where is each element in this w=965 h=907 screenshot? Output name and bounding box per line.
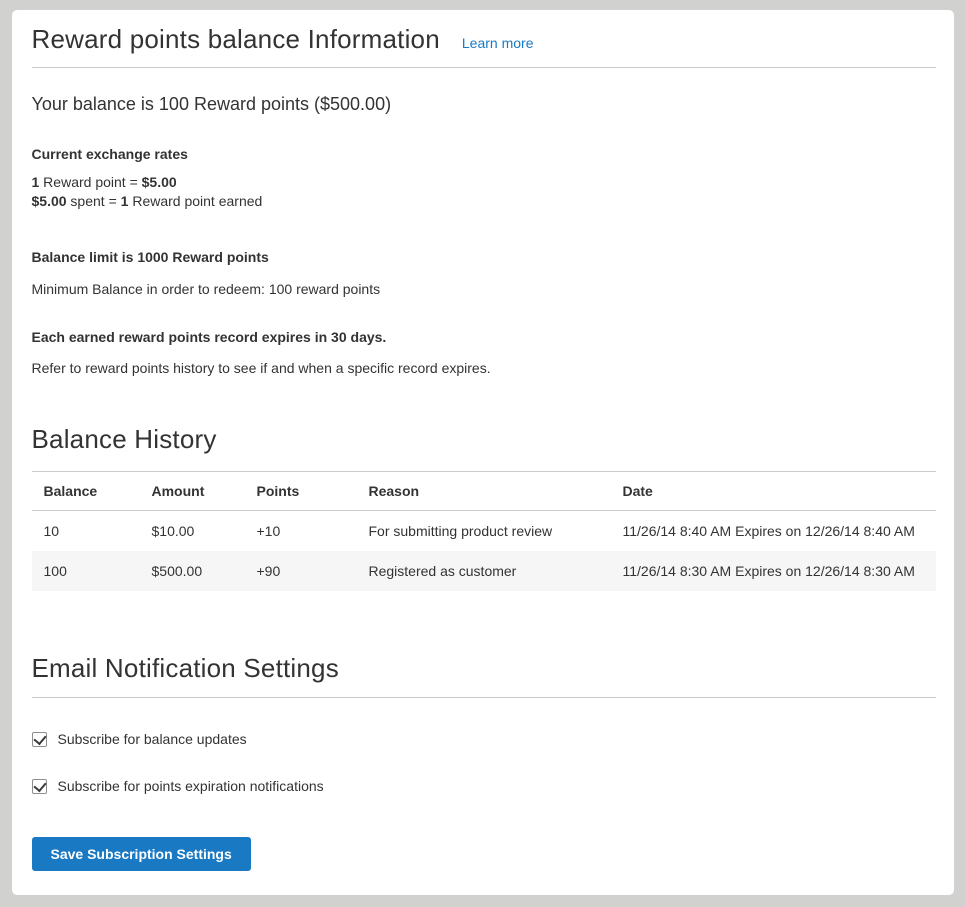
column-header-reason: Reason [357, 472, 611, 511]
cell-points: +10 [245, 511, 357, 552]
table-row: 100 $500.00 +90 Registered as customer 1… [32, 551, 936, 591]
subscribe-balance-updates-option: Subscribe for balance updates [32, 731, 936, 747]
expiration-notifications-label[interactable]: Subscribe for points expiration notifica… [58, 778, 324, 794]
exchange-rates: 1 Reward point = $5.00 $5.00 spent = 1 R… [32, 173, 936, 211]
cell-balance: 100 [32, 551, 140, 591]
cell-amount: $10.00 [140, 511, 245, 552]
email-settings-heading-row: Email Notification Settings [32, 653, 936, 698]
expiration-notifications-checkbox[interactable] [32, 779, 47, 794]
column-header-amount: Amount [140, 472, 245, 511]
cell-reason: For submitting product review [357, 511, 611, 552]
minimum-balance-note: Minimum Balance in order to redeem: 100 … [32, 281, 936, 297]
cell-reason: Registered as customer [357, 551, 611, 591]
expiration-rule: Each earned reward points record expires… [32, 329, 936, 345]
email-settings-heading: Email Notification Settings [32, 653, 936, 684]
save-subscription-settings-button[interactable]: Save Subscription Settings [32, 837, 251, 871]
page-title: Reward points balance Information [32, 24, 440, 55]
exchange-rates-heading: Current exchange rates [32, 146, 936, 162]
balance-updates-checkbox[interactable] [32, 732, 47, 747]
cell-amount: $500.00 [140, 551, 245, 591]
subscribe-expiration-notifications-option: Subscribe for points expiration notifica… [32, 778, 936, 794]
balance-limit: Balance limit is 1000 Reward points [32, 249, 936, 265]
cell-date: 11/26/14 8:40 AM Expires on 12/26/14 8:4… [611, 511, 936, 552]
rate-point-to-currency: 1 Reward point = $5.00 [32, 173, 936, 192]
balance-summary: Your balance is 100 Reward points ($500.… [32, 94, 936, 115]
cell-balance: 10 [32, 511, 140, 552]
column-header-points: Points [245, 472, 357, 511]
balance-history-table: Balance Amount Points Reason Date 10 $10… [32, 471, 936, 591]
table-header-row: Balance Amount Points Reason Date [32, 472, 936, 511]
expiration-note: Refer to reward points history to see if… [32, 360, 936, 376]
page-title-row: Reward points balance Information Learn … [32, 24, 936, 68]
cell-date: 11/26/14 8:30 AM Expires on 12/26/14 8:3… [611, 551, 936, 591]
balance-updates-label[interactable]: Subscribe for balance updates [58, 731, 247, 747]
table-row: 10 $10.00 +10 For submitting product rev… [32, 511, 936, 552]
learn-more-link[interactable]: Learn more [462, 35, 534, 51]
balance-history-heading: Balance History [32, 424, 936, 455]
reward-points-panel: Reward points balance Information Learn … [12, 10, 954, 895]
column-header-balance: Balance [32, 472, 140, 511]
rate-currency-to-point: $5.00 spent = 1 Reward point earned [32, 192, 936, 211]
column-header-date: Date [611, 472, 936, 511]
cell-points: +90 [245, 551, 357, 591]
